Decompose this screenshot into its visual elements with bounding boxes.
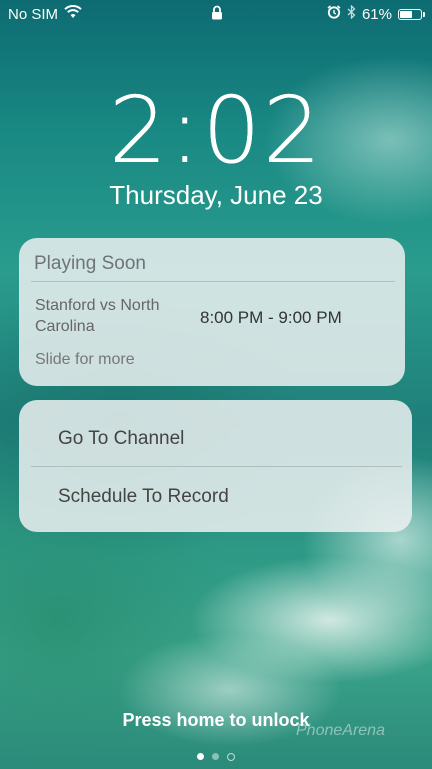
status-left: No SIM [8,5,82,23]
battery-fill [400,10,412,18]
notification-event: Stanford vs North Carolina [35,297,160,335]
page-indicator[interactable] [0,753,432,761]
notification-time-range: 8:00 PM - 9:00 PM [200,308,342,327]
battery-percent: 61% [361,5,392,23]
alarm-icon [327,5,341,23]
bluetooth-icon [347,4,356,23]
go-to-channel-button[interactable]: Go To Channel [19,407,412,471]
status-right: 61% [327,4,425,23]
clock-date: Thursday, June 23 [109,180,323,210]
status-bar: No SIM 61% [0,0,432,28]
notification-more-hint: Slide for more [35,351,135,368]
wifi-icon [64,5,82,23]
carrier-label: No SIM [8,5,59,23]
camera-dot-icon[interactable] [227,753,235,761]
page-dot-today[interactable] [197,753,204,760]
notification-title: Playing Soon [34,253,146,274]
battery-icon [398,8,425,20]
clock-time: 2:02 [0,84,432,177]
page-dot-home[interactable] [212,753,219,760]
notification-divider [31,281,395,282]
go-to-channel-label: Go To Channel [58,428,185,449]
actions-card: Go To Channel Schedule To Record [19,400,412,532]
notification-card[interactable]: Playing Soon Stanford vs North Carolina … [19,238,405,386]
schedule-to-record-label: Schedule To Record [58,486,229,507]
watermark: PhoneArena [296,722,385,739]
clock-time-text: 2:02 [108,77,324,184]
schedule-to-record-button[interactable]: Schedule To Record [19,465,412,529]
lock-icon [211,5,223,24]
